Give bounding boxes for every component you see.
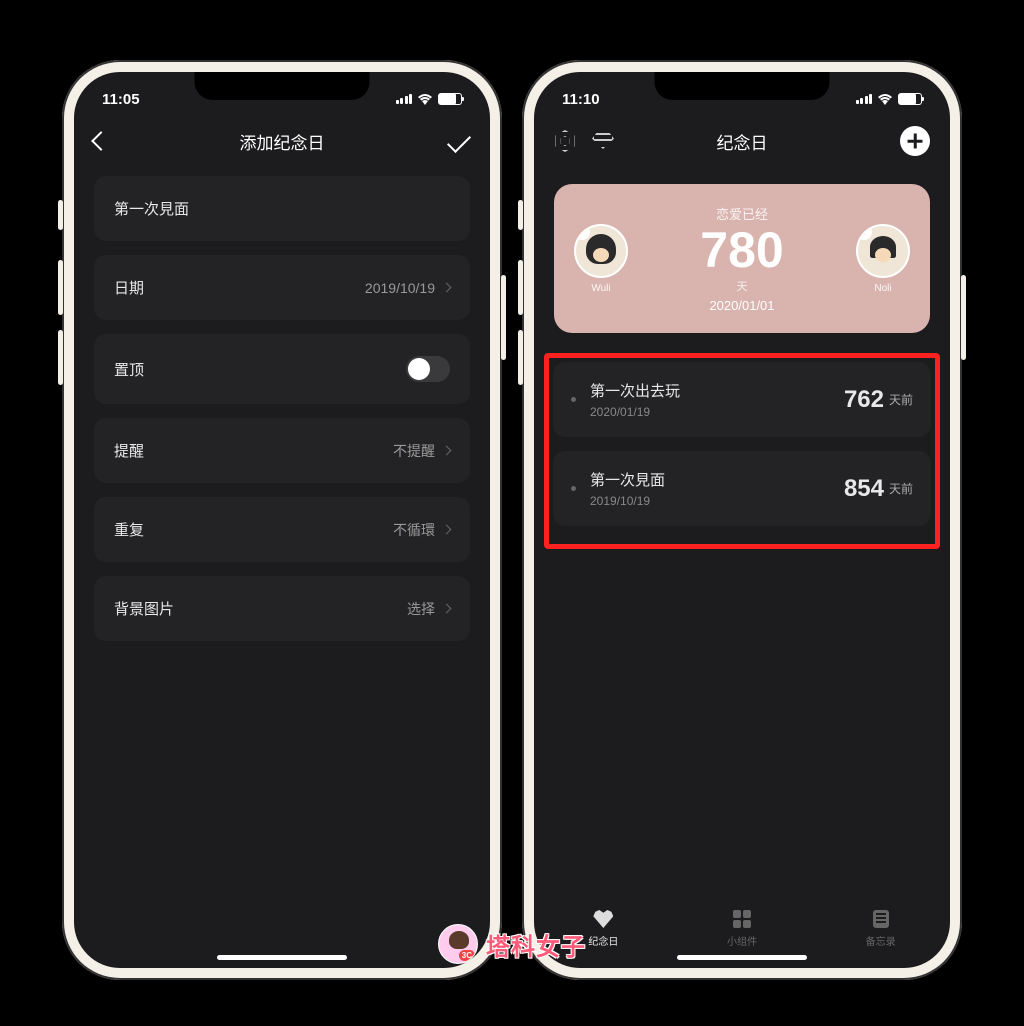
side-button — [58, 200, 63, 230]
avatar-right-name: Noli — [856, 283, 910, 294]
status-time: 11:05 — [102, 91, 140, 108]
home-indicator[interactable] — [677, 955, 807, 960]
pin-toggle[interactable] — [406, 356, 450, 382]
volume-down-button — [58, 330, 63, 385]
power-button — [501, 275, 506, 360]
content: 第一次見面 日期 2019/10/19 置顶 提醒 不提醒 重复 不循環 背景图… — [74, 166, 490, 968]
volume-up-button — [518, 260, 523, 315]
tab-label: 备忘录 — [866, 933, 896, 948]
remind-row[interactable]: 提醒 不提醒 — [94, 418, 470, 483]
status-icons — [856, 93, 923, 105]
settings-icon[interactable] — [554, 130, 576, 152]
wifi-icon — [417, 93, 433, 105]
premium-icon[interactable] — [592, 133, 614, 149]
tab-memo[interactable]: 备忘录 — [866, 908, 896, 948]
side-button — [518, 200, 523, 230]
watermark-text: 塔科女子 — [486, 927, 586, 962]
confirm-button[interactable] — [410, 135, 470, 147]
back-button[interactable] — [94, 134, 154, 148]
heart-icon — [591, 908, 615, 930]
heart-icon: ♥ — [856, 224, 872, 240]
chevron-left-icon — [91, 131, 111, 151]
notch — [655, 72, 830, 100]
love-days-card[interactable]: ♥ Wuli 恋爱已经 780 天 2020/01/01 ♥ Noli — [554, 184, 930, 333]
phone-left: 11:05 添加纪念日 第一次見面 日期 2019/10/19 置顶 — [62, 60, 502, 980]
watermark: 塔科女子 — [438, 924, 586, 964]
volume-up-button — [58, 260, 63, 315]
repeat-row[interactable]: 重复 不循環 — [94, 497, 470, 562]
notch — [195, 72, 370, 100]
bullet-icon — [571, 486, 576, 491]
card-date: 2020/01/01 — [628, 298, 856, 313]
signal-icon — [856, 94, 873, 104]
event-suffix: 天前 — [889, 480, 913, 497]
chevron-right-icon — [442, 604, 452, 614]
avatar-left[interactable]: ♥ Wuli — [574, 224, 628, 294]
phone-right: 11:10 纪念日 ♥ Wuli 恋爱已经 — [522, 60, 962, 980]
screen-right: 11:10 纪念日 ♥ Wuli 恋爱已经 — [534, 72, 950, 968]
toggle-knob — [408, 358, 430, 380]
tab-anniversary[interactable]: 纪念日 — [588, 908, 618, 948]
wifi-icon — [877, 93, 893, 105]
event-row[interactable]: 第一次見面 2019/10/19 854 天前 — [553, 451, 931, 526]
battery-icon — [438, 93, 462, 105]
checkmark-icon — [447, 129, 471, 153]
event-suffix: 天前 — [889, 391, 913, 408]
event-count: 762 — [844, 386, 884, 414]
background-row[interactable]: 背景图片 选择 — [94, 576, 470, 641]
nav-bar: 添加纪念日 — [74, 116, 490, 166]
status-icons — [396, 93, 463, 105]
heart-icon: ♥ — [574, 224, 590, 240]
repeat-value: 不循環 — [393, 520, 435, 540]
bg-label: 背景图片 — [114, 598, 174, 619]
add-button[interactable] — [900, 126, 930, 156]
pin-label: 置顶 — [114, 359, 144, 380]
tab-label: 小组件 — [727, 933, 757, 948]
chevron-right-icon — [442, 446, 452, 456]
card-days: 780 — [628, 223, 856, 278]
note-icon — [869, 908, 893, 930]
date-label: 日期 — [114, 277, 144, 298]
pin-row: 置顶 — [94, 334, 470, 404]
watermark-avatar — [438, 924, 478, 964]
chevron-right-icon — [442, 525, 452, 535]
event-date: 2019/10/19 — [590, 494, 844, 508]
card-subtitle: 恋爱已经 — [628, 204, 856, 223]
nav-title: 添加纪念日 — [154, 129, 410, 154]
highlight-annotation: 第一次出去玩 2020/01/19 762 天前 第一次見面 2019/10/1… — [544, 353, 940, 549]
event-title: 第一次見面 — [590, 469, 844, 490]
screen-left: 11:05 添加纪念日 第一次見面 日期 2019/10/19 置顶 — [74, 72, 490, 968]
name-value: 第一次見面 — [114, 198, 189, 219]
status-time: 11:10 — [562, 91, 600, 108]
event-title: 第一次出去玩 — [590, 380, 844, 401]
grid-icon — [730, 908, 754, 930]
volume-down-button — [518, 330, 523, 385]
home-indicator[interactable] — [217, 955, 347, 960]
bullet-icon — [571, 397, 576, 402]
content[interactable]: ♥ Wuli 恋爱已经 780 天 2020/01/01 ♥ Noli — [534, 166, 950, 900]
nav-title: 纪念日 — [614, 129, 870, 154]
event-row[interactable]: 第一次出去玩 2020/01/19 762 天前 — [553, 362, 931, 437]
bg-value: 选择 — [407, 599, 435, 619]
date-value: 2019/10/19 — [365, 280, 435, 296]
event-date: 2020/01/19 — [590, 405, 844, 419]
remind-value: 不提醒 — [393, 441, 435, 461]
tab-widgets[interactable]: 小组件 — [727, 908, 757, 948]
date-row[interactable]: 日期 2019/10/19 — [94, 255, 470, 320]
avatar-left-name: Wuli — [574, 283, 628, 294]
chevron-right-icon — [442, 283, 452, 293]
event-count: 854 — [844, 475, 884, 503]
power-button — [961, 275, 966, 360]
name-input-row[interactable]: 第一次見面 — [94, 176, 470, 241]
remind-label: 提醒 — [114, 440, 144, 461]
repeat-label: 重复 — [114, 519, 144, 540]
signal-icon — [396, 94, 413, 104]
tab-label: 纪念日 — [588, 933, 618, 948]
battery-icon — [898, 93, 922, 105]
avatar-right[interactable]: ♥ Noli — [856, 224, 910, 294]
card-unit: 天 — [628, 278, 856, 294]
nav-bar: 纪念日 — [534, 116, 950, 166]
